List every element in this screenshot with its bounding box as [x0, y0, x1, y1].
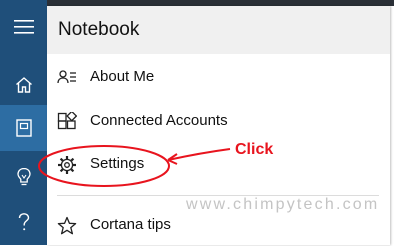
- connected-accounts-icon: [57, 112, 77, 130]
- hamburger-menu-button[interactable]: [0, 4, 47, 50]
- menu-item-about-me[interactable]: About Me: [47, 58, 390, 98]
- tips-button[interactable]: [0, 154, 47, 200]
- panel-header: Notebook: [47, 6, 390, 54]
- home-icon: [15, 77, 32, 93]
- home-button[interactable]: [0, 62, 47, 108]
- click-annotation-label: Click: [235, 141, 274, 158]
- gear-icon: [58, 156, 76, 174]
- menu-item-connected-accounts[interactable]: Connected Accounts: [47, 102, 390, 142]
- lightbulb-icon: [16, 167, 31, 186]
- help-icon: [18, 213, 29, 231]
- menu-item-settings[interactable]: Settings: [47, 145, 390, 185]
- notebook-icon: [15, 119, 32, 137]
- navigation-rail: [0, 0, 47, 245]
- page-title: Notebook: [58, 19, 140, 40]
- hamburger-menu-icon: [13, 20, 34, 34]
- menu-item-label: About Me: [90, 68, 155, 85]
- notebook-button[interactable]: [0, 105, 47, 151]
- about-me-icon: [57, 70, 76, 84]
- star-icon: [57, 216, 77, 235]
- help-button[interactable]: [0, 199, 47, 245]
- menu-item-label: Settings: [90, 155, 145, 172]
- menu-item-label: Connected Accounts: [90, 112, 228, 129]
- menu-item-label: Cortana tips: [90, 216, 171, 233]
- watermark: www.chimpytech.com: [186, 196, 380, 213]
